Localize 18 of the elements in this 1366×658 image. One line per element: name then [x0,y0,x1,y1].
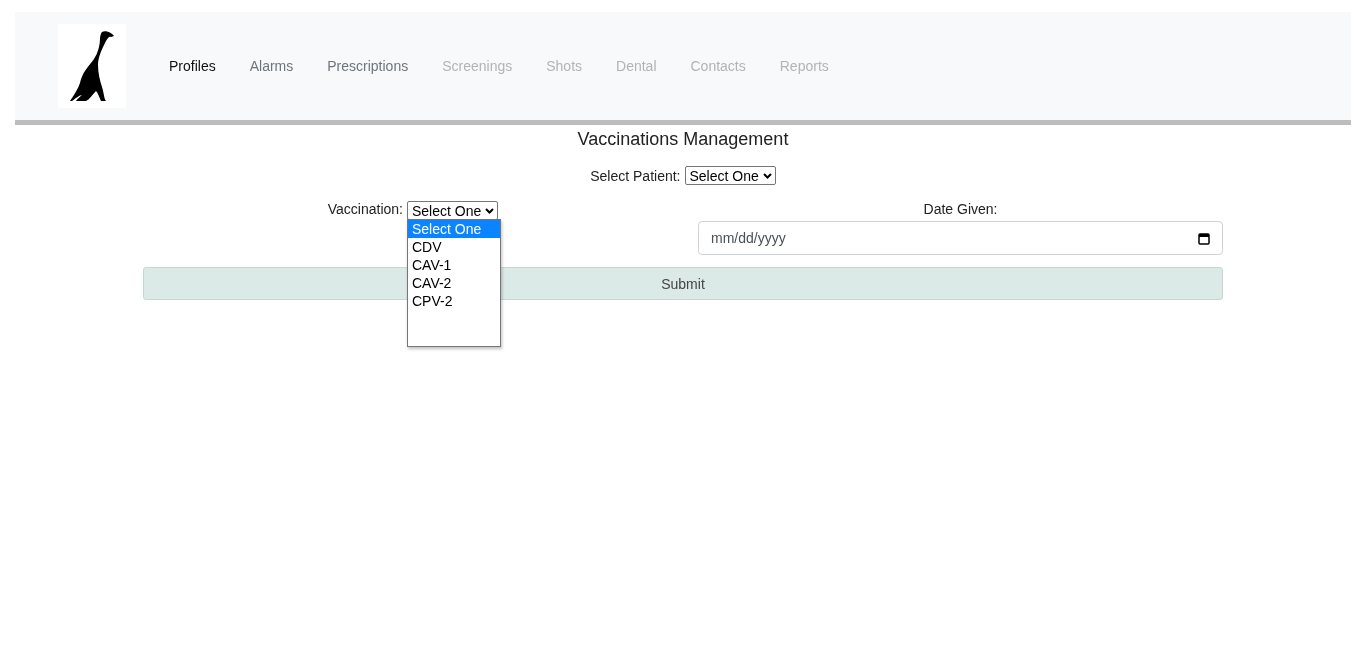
chevron-icon [485,207,495,214]
nav-link[interactable]: Profiles [152,50,233,82]
chevron-icon [762,172,772,179]
field-label: Vaccination: [327,201,403,217]
dropdown-option[interactable]: CPV-2 [408,292,500,310]
calendar-icon [1198,231,1210,245]
dropdown-option[interactable]: CAV-1 [408,256,500,274]
field-label: Date Given: [923,201,998,217]
date-field[interactable]: mm/dd/yyyy [698,221,1223,255]
nav-link[interactable]: Alarms [232,50,311,82]
dropdown-option[interactable]: CAV-2 [408,274,500,292]
dropdown-option[interactable]: CDV [408,238,500,256]
logo[interactable] [58,24,126,108]
nav-link[interactable]: Prescriptions [310,50,426,82]
dropdown-option[interactable]: Select One [408,220,500,238]
field-label: Select Patient: [590,167,681,184]
patient-select[interactable]: Select One [684,166,776,185]
page-title: Vaccinations Management [577,129,789,150]
